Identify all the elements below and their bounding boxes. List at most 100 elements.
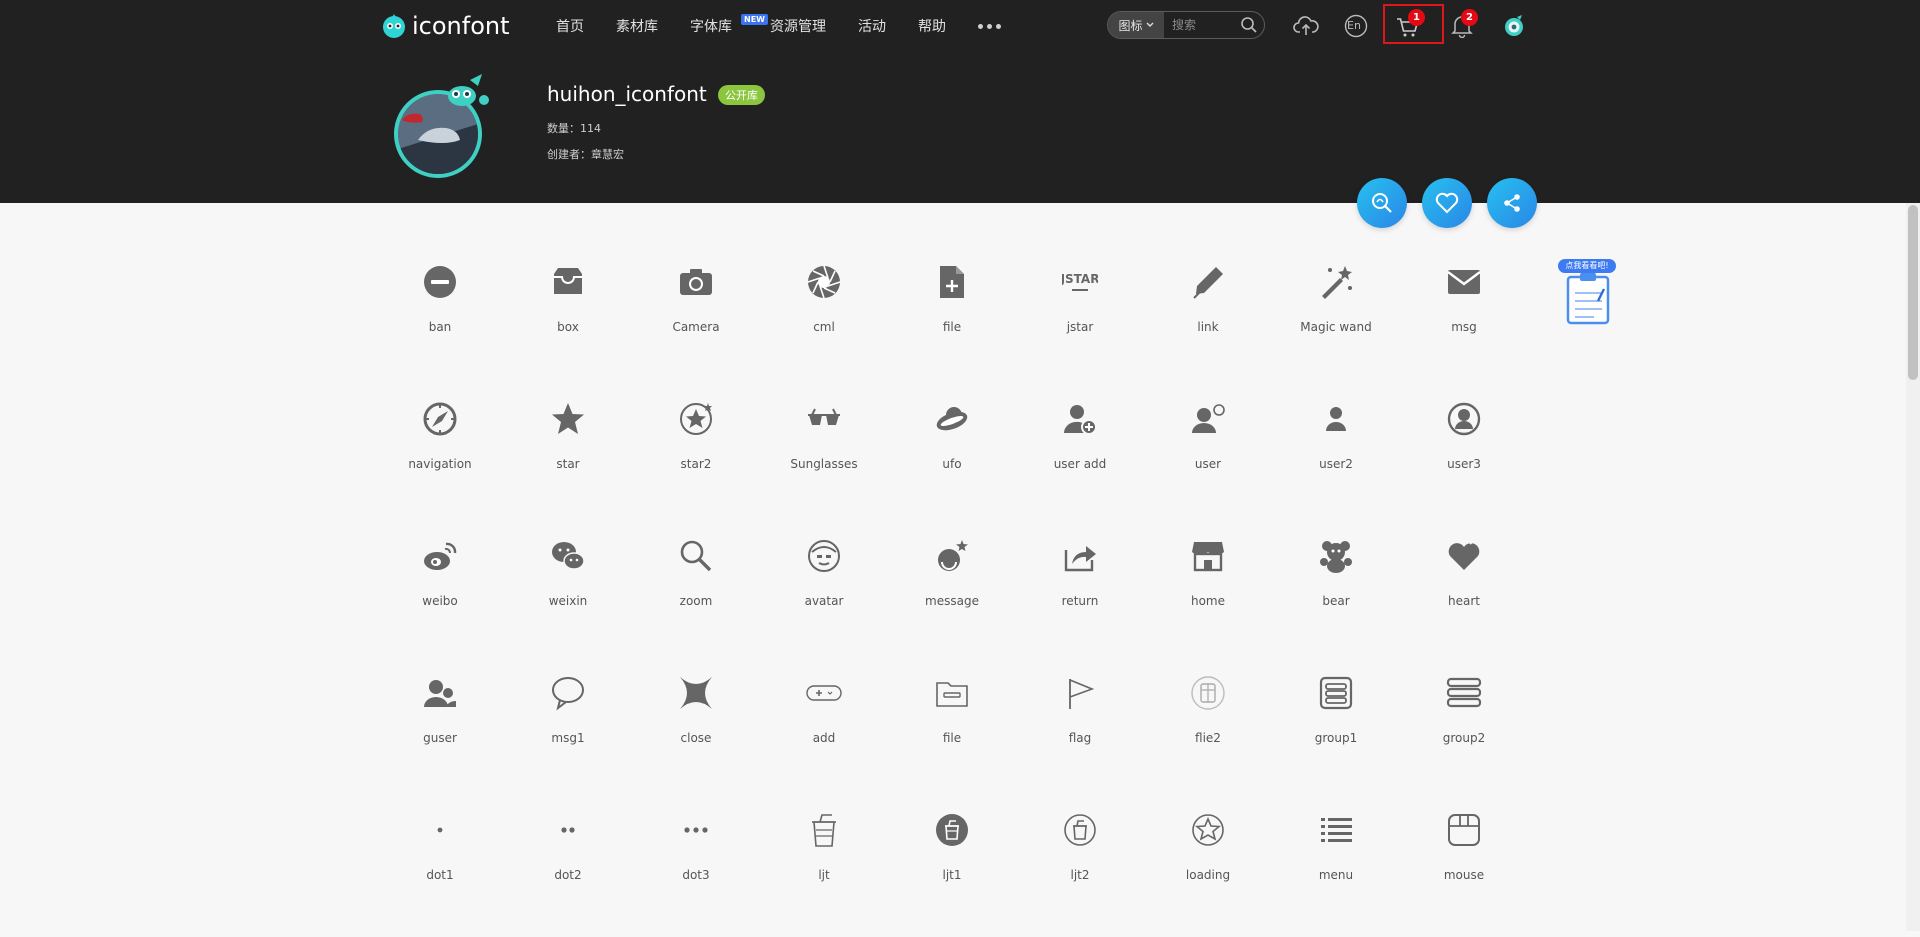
- user-circle-icon: [1447, 402, 1481, 436]
- icon-card[interactable]: ljt: [760, 800, 888, 937]
- icon-card[interactable]: group1: [1272, 663, 1400, 800]
- icon-card[interactable]: flag: [1016, 663, 1144, 800]
- icon-card[interactable]: group2: [1400, 663, 1528, 800]
- icon-card[interactable]: user add: [1016, 389, 1144, 526]
- search-type-select[interactable]: 图标: [1108, 12, 1164, 38]
- user-avatar-icon[interactable]: [1500, 12, 1528, 40]
- nav-activities[interactable]: 活动: [858, 16, 886, 36]
- icon-card[interactable]: user: [1144, 389, 1272, 526]
- group-user-icon: [424, 680, 456, 707]
- icon-card[interactable]: msg: [1400, 252, 1528, 389]
- more-menu-icon[interactable]: [978, 23, 1001, 29]
- icon-card[interactable]: ljt1: [888, 800, 1016, 937]
- language-toggle[interactable]: En: [1342, 12, 1370, 40]
- favorite-button[interactable]: [1422, 178, 1472, 228]
- icon-label: msg1: [551, 731, 585, 745]
- icon-label: Sunglasses: [790, 457, 858, 471]
- nav-materials[interactable]: 素材库: [616, 16, 658, 36]
- icon-card[interactable]: ban: [376, 252, 504, 389]
- icon-card[interactable]: weibo: [376, 526, 504, 663]
- add-pill-icon: [806, 685, 842, 701]
- icon-label: mouse: [1443, 868, 1485, 882]
- icon-card[interactable]: bear: [1272, 526, 1400, 663]
- language-label: En: [1347, 19, 1361, 32]
- icon-label: guser: [423, 731, 457, 745]
- icon-card[interactable]: ljt2: [1016, 800, 1144, 937]
- iconfont-logo-icon: [383, 14, 405, 38]
- library-creator: 创建者：章慧宏: [547, 148, 624, 161]
- icon-card[interactable]: Magic wand: [1272, 252, 1400, 389]
- jstar-icon: JSTAR: [1062, 272, 1098, 291]
- document-circle-icon: [1191, 676, 1225, 710]
- icon-card[interactable]: Camera: [632, 252, 760, 389]
- search-type-label: 图标: [1118, 18, 1143, 33]
- mascot-icon: [448, 74, 489, 106]
- user-chat-icon: [1192, 404, 1225, 433]
- icon-card[interactable]: navigation: [376, 389, 504, 526]
- iconfont-logo[interactable]: iconfont: [380, 10, 510, 42]
- icon-card[interactable]: box: [504, 252, 632, 389]
- clipboard-icon: [1566, 273, 1610, 325]
- heart-outline-icon: [1435, 192, 1459, 214]
- icon-card[interactable]: file: [888, 252, 1016, 389]
- icon-card[interactable]: msg1: [504, 663, 632, 800]
- icon-label: return: [1061, 594, 1099, 608]
- speech-bubble-icon: [552, 677, 584, 711]
- icon-card[interactable]: avatar: [760, 526, 888, 663]
- icon-card[interactable]: dot1: [376, 800, 504, 937]
- icon-card[interactable]: menu: [1272, 800, 1400, 937]
- icon-label: star: [556, 457, 580, 471]
- ban-icon: [424, 266, 456, 298]
- icon-card[interactable]: link: [1144, 252, 1272, 389]
- icon-card[interactable]: zoom: [632, 526, 760, 663]
- icon-card[interactable]: file: [888, 663, 1016, 800]
- share-button[interactable]: [1487, 178, 1537, 228]
- icon-card[interactable]: flie2: [1144, 663, 1272, 800]
- icon-card[interactable]: user3: [1400, 389, 1528, 526]
- icon-label: user: [1194, 457, 1222, 471]
- icon-card[interactable]: add: [760, 663, 888, 800]
- icon-card[interactable]: home: [1144, 526, 1272, 663]
- search-icon[interactable]: [1240, 16, 1258, 34]
- return-arrow-icon: [1064, 546, 1096, 572]
- nav-help[interactable]: 帮助: [918, 16, 946, 36]
- icon-card[interactable]: dot3: [632, 800, 760, 937]
- icon-card[interactable]: cml: [760, 252, 888, 389]
- icon-card[interactable]: mouse: [1400, 800, 1528, 937]
- icon-card[interactable]: star: [504, 389, 632, 526]
- icon-card[interactable]: star2: [632, 389, 760, 526]
- icon-card[interactable]: JSTAR jstar: [1016, 252, 1144, 389]
- icon-card[interactable]: loading: [1144, 800, 1272, 937]
- floating-promo[interactable]: 点我看看吧!: [1558, 259, 1616, 327]
- icon-card[interactable]: dot2: [504, 800, 632, 937]
- file-add-icon: [940, 266, 964, 298]
- icon-label: zoom: [679, 594, 713, 608]
- nav-resources[interactable]: 资源管理: [770, 16, 826, 36]
- icon-card[interactable]: weixin: [504, 526, 632, 663]
- upload-icon[interactable]: [1292, 12, 1320, 40]
- icon-label: bear: [1322, 594, 1350, 608]
- icon-card[interactable]: ufo: [888, 389, 1016, 526]
- nav-fonts[interactable]: 字体库 NEW: [690, 14, 768, 36]
- icon-label: group1: [1314, 731, 1358, 745]
- icon-card[interactable]: Sunglasses: [760, 389, 888, 526]
- icon-card[interactable]: user2: [1272, 389, 1400, 526]
- icon-label: home: [1190, 594, 1226, 608]
- search-library-button[interactable]: [1357, 178, 1407, 228]
- flag-icon: [1069, 679, 1095, 709]
- icon-label: dot3: [682, 868, 710, 882]
- nav-home[interactable]: 首页: [556, 16, 584, 36]
- icon-card[interactable]: message: [888, 526, 1016, 663]
- message-bubble-icon: [938, 540, 968, 571]
- icon-label: dot2: [554, 868, 582, 882]
- scrollbar-thumb[interactable]: [1908, 205, 1918, 380]
- icon-card[interactable]: guser: [376, 663, 504, 800]
- icon-card[interactable]: return: [1016, 526, 1144, 663]
- zoom-icon: [680, 540, 712, 572]
- icon-label: Camera: [672, 320, 720, 334]
- logo-text: iconfont: [412, 12, 510, 40]
- menu-icon: [1321, 818, 1352, 842]
- search-input[interactable]: [1164, 17, 1244, 33]
- icon-card[interactable]: heart: [1400, 526, 1528, 663]
- icon-card[interactable]: close: [632, 663, 760, 800]
